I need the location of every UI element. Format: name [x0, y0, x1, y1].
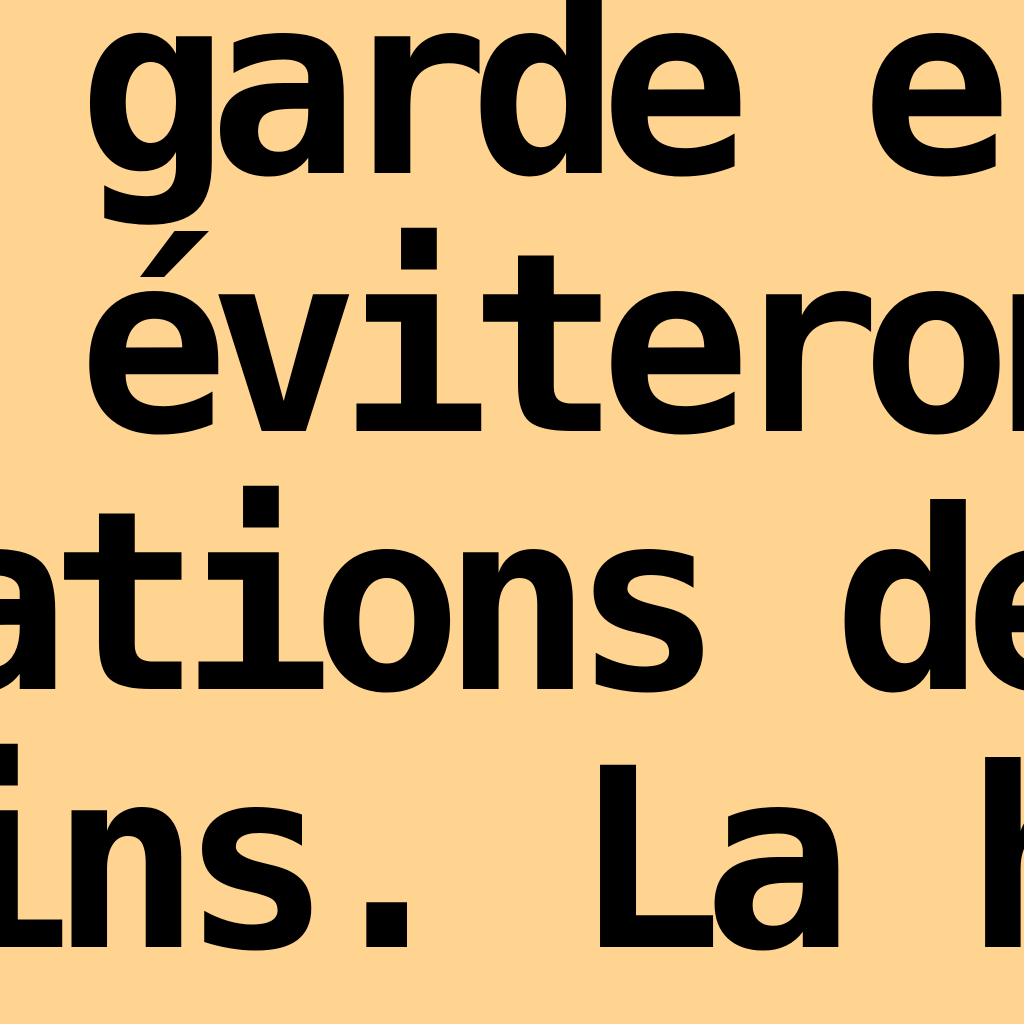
- text-line-1: garde e: [78, 0, 1012, 232]
- text-line-4: ins. La h: [0, 715, 1024, 1006]
- zoomed-text-view: garde e éviteron ations de ins. La h: [0, 0, 1024, 1024]
- text-line-2: éviteron: [78, 199, 1024, 490]
- text-line-3: ations de: [0, 457, 1024, 748]
